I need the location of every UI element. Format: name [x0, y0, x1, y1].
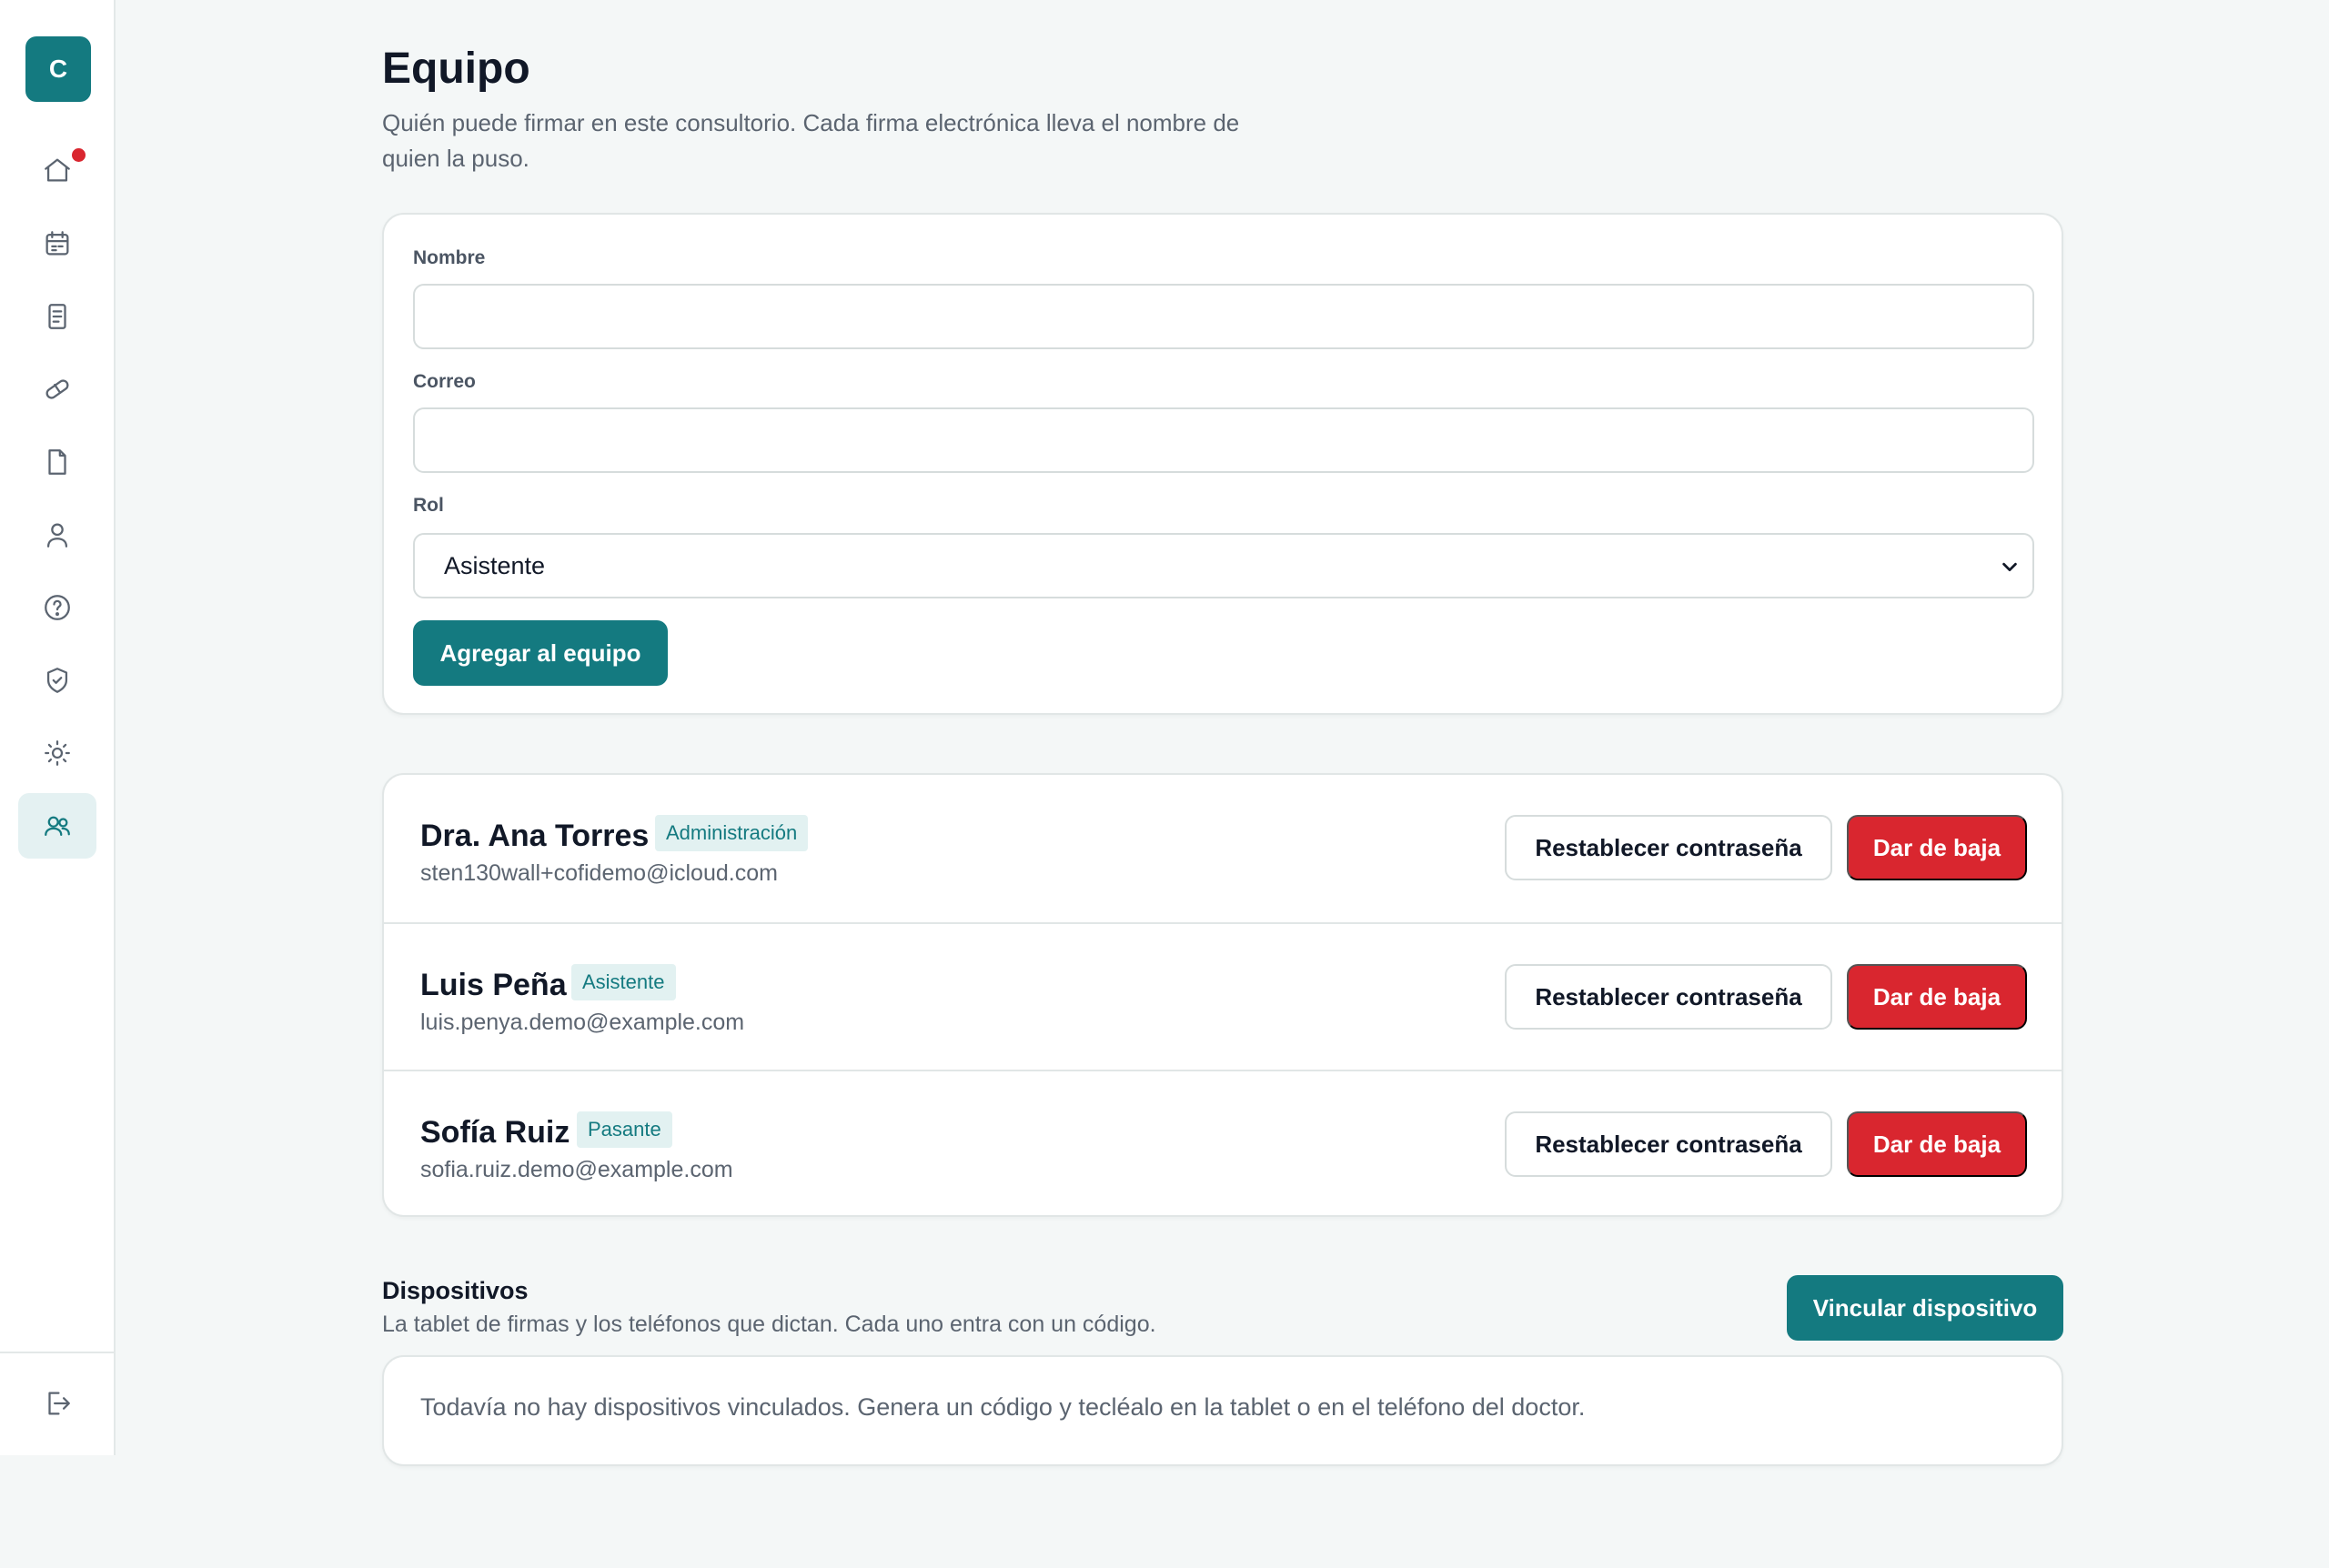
member-email: sten130wall+cofidemo@icloud.com: [420, 860, 778, 886]
home-icon: [45, 158, 70, 182]
member-name: Dra. Ana Torres: [420, 819, 650, 853]
logout-button[interactable]: [18, 1371, 96, 1436]
chevron-down-icon: [2002, 562, 2017, 572]
devices-empty-message: Todavía no hay dispositivos vinculados. …: [420, 1393, 1586, 1421]
nav-team[interactable]: [18, 793, 96, 859]
nav-home[interactable]: [18, 137, 96, 203]
file-icon: [48, 449, 66, 475]
reset-password-button[interactable]: Restablecer contraseña: [1505, 1111, 1832, 1177]
nav-help[interactable]: [18, 575, 96, 640]
nav-security[interactable]: [18, 648, 96, 713]
sun-icon: [45, 740, 70, 766]
add-to-team-button[interactable]: Agregar al equipo: [413, 620, 668, 686]
app-logo[interactable]: C: [25, 36, 91, 102]
nav-patients[interactable]: [18, 502, 96, 568]
pill-icon: [45, 379, 69, 399]
reset-password-button[interactable]: Restablecer contraseña: [1505, 964, 1832, 1030]
nav-documents[interactable]: [18, 284, 96, 349]
deactivate-button[interactable]: Dar de baja: [1847, 815, 2027, 880]
role-select[interactable]: Asistente: [413, 533, 2034, 598]
member-name: Luis Peña: [420, 968, 567, 1002]
role-badge: Asistente: [571, 964, 676, 1000]
nav-files[interactable]: [18, 429, 96, 495]
role-badge: Administración: [655, 815, 809, 851]
email-input[interactable]: [413, 407, 2034, 473]
calendar-icon: [45, 231, 69, 256]
email-label: Correo: [413, 371, 476, 392]
sidebar: C: [0, 0, 116, 1455]
team-member-row: Sofía Ruiz Pasante sofia.ruiz.demo@examp…: [384, 1070, 2062, 1217]
nav-prescriptions[interactable]: [18, 357, 96, 422]
nav-appearance[interactable]: [18, 720, 96, 786]
notification-dot: [72, 148, 86, 162]
user-icon: [46, 523, 68, 548]
link-device-button[interactable]: Vincular dispositivo: [1787, 1275, 2063, 1341]
team-member-row: Luis Peña Asistente luis.penya.demo@exam…: [384, 922, 2062, 1070]
role-label: Rol: [413, 495, 444, 516]
role-badge: Pasante: [577, 1111, 672, 1148]
devices-subtitle: La tablet de firmas y los teléfonos que …: [382, 1312, 1156, 1337]
page-title: Equipo: [382, 45, 530, 93]
member-email: sofia.ruiz.demo@example.com: [420, 1157, 733, 1182]
reset-password-button[interactable]: Restablecer contraseña: [1505, 815, 1832, 880]
role-select-value: Asistente: [444, 551, 546, 579]
nav-calendar[interactable]: [18, 211, 96, 276]
deactivate-button[interactable]: Dar de baja: [1847, 1111, 2027, 1177]
member-email: luis.penya.demo@example.com: [420, 1010, 745, 1035]
sidebar-divider: [0, 1352, 114, 1353]
devices-list: Todavía no hay dispositivos vinculados. …: [382, 1355, 2063, 1466]
team-members-list: Dra. Ana Torres Administración sten130wa…: [382, 773, 2063, 1217]
add-member-form: Nombre Correo Rol Asistente Agregar al e…: [382, 213, 2063, 715]
shield-check-icon: [46, 668, 68, 693]
help-icon: [45, 595, 70, 620]
logout-icon: [48, 1392, 70, 1415]
name-input[interactable]: [413, 284, 2034, 349]
team-member-row: Dra. Ana Torres Administración sten130wa…: [384, 775, 2062, 922]
member-name: Sofía Ruiz: [420, 1115, 570, 1150]
page-subtitle: Quién puede firmar en este consultorio. …: [382, 109, 1240, 172]
document-list-icon: [48, 304, 66, 329]
name-label: Nombre: [413, 247, 486, 268]
users-icon: [45, 816, 70, 837]
devices-title: Dispositivos: [382, 1277, 529, 1304]
deactivate-button[interactable]: Dar de baja: [1847, 964, 2027, 1030]
